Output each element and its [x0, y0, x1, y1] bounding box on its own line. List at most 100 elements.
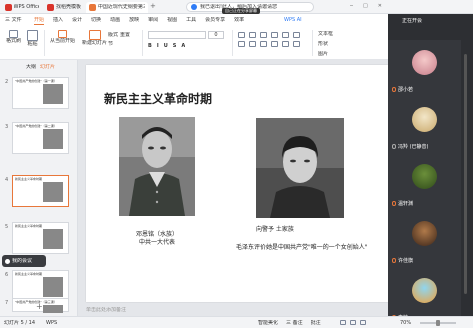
- menu-item-0[interactable]: 开始: [34, 17, 45, 25]
- tab-template[interactable]: 找稻壳模板: [44, 2, 84, 13]
- clipboard-icon: [27, 30, 38, 41]
- format-button-1[interactable]: I: [157, 43, 159, 50]
- menu-item-8[interactable]: 工具: [186, 17, 196, 25]
- tab-outline[interactable]: 大纲: [26, 64, 36, 71]
- meeting-popup[interactable]: 我的会议: [2, 255, 46, 267]
- paste-button[interactable]: 粘贴: [27, 30, 38, 48]
- menu-item-7[interactable]: 视图: [167, 17, 177, 25]
- notes-area[interactable]: 单击此处添加备注: [86, 304, 388, 316]
- slide-number: 4: [5, 177, 9, 183]
- menu-item-10[interactable]: 效率: [234, 17, 244, 25]
- new-slide-button[interactable]: 新建幻灯片: [82, 30, 107, 47]
- format-button-4[interactable]: A: [181, 43, 185, 50]
- format-button-2[interactable]: U: [164, 43, 168, 50]
- slide-title: 新民主主义革命时期: [104, 92, 213, 106]
- slide-thumbnail[interactable]: 新民主主义革命时期: [12, 175, 69, 207]
- slide-number: 6: [5, 272, 9, 278]
- shape-button[interactable]: 形状: [318, 41, 333, 48]
- reading-view-icon[interactable]: [360, 320, 366, 325]
- tab-slides[interactable]: 幻灯片: [40, 64, 55, 71]
- avatar: [412, 278, 437, 303]
- layout-button[interactable]: 版式: [108, 32, 118, 39]
- number-list-icon[interactable]: [249, 32, 256, 38]
- font-family-select[interactable]: [148, 31, 206, 39]
- outdent-icon[interactable]: [271, 32, 278, 38]
- menu-item-6[interactable]: 审阅: [148, 17, 158, 25]
- sorter-view-icon[interactable]: [350, 320, 356, 325]
- slide-thumbnail-panel: 大纲 幻灯片 2 "中国共产党的创建"（第一课） 3 "中国共产党的创建"（第二课） 4…: [0, 60, 78, 316]
- slide-indicator: 幻灯片 5 / 14: [4, 320, 35, 326]
- notes-toggle-button[interactable]: 三 备注: [286, 320, 303, 327]
- tab-wps-office[interactable]: WPS Office: [2, 2, 42, 13]
- menu-item-1[interactable]: 插入: [53, 17, 63, 25]
- participant-tile[interactable]: 许佳旗: [388, 211, 461, 268]
- bullet-list-icon[interactable]: [238, 32, 245, 38]
- person2-quote: 毛泽东评价她是中国共产党"唯一的一个女创始人": [236, 244, 368, 251]
- file-menu[interactable]: 三 文件: [5, 17, 22, 24]
- section-button[interactable]: 节: [108, 41, 113, 48]
- participant-name: 冯羚 (已静音): [392, 143, 429, 150]
- meeting-header: 正在开会: [402, 18, 423, 24]
- zoom-slider[interactable]: [420, 320, 456, 326]
- zoom-slider-thumb[interactable]: [436, 320, 440, 326]
- add-slide-button[interactable]: +: [36, 303, 43, 310]
- slide-canvas[interactable]: 新民主主义革命时期 邓恩铭（水族） 中共一大代表 向警予 土家族 毛泽东评价她是…: [86, 65, 388, 302]
- participant-name-label: 冯羚 (已静音): [398, 144, 429, 150]
- menu-item-3[interactable]: 切换: [91, 17, 101, 25]
- menu-item-2[interactable]: 设计: [72, 17, 82, 25]
- reset-button[interactable]: 重置: [120, 32, 130, 39]
- slide-thumbnail[interactable]: "中国共产党的创建"（第一课）: [12, 77, 69, 109]
- text-direction-icon[interactable]: [282, 41, 289, 47]
- add-tab-button[interactable]: +: [150, 3, 156, 10]
- columns-icon[interactable]: [293, 32, 300, 38]
- participants-scrollbar[interactable]: [464, 54, 467, 294]
- indent-icon[interactable]: [260, 32, 267, 38]
- participant-name: 邵小若: [392, 86, 413, 93]
- comments-button[interactable]: 批注: [311, 320, 321, 327]
- participant-name: 许佳旗: [392, 257, 413, 264]
- normal-view-icon[interactable]: [340, 320, 346, 325]
- format-painter-button[interactable]: 格式刷: [6, 30, 21, 45]
- tab-document[interactable]: 中国近现代史纲要第三大革命f...: [86, 2, 148, 13]
- menu-items: 开始 插入 设计 切换 动画 放映 审阅 视图 工具 会员专享 效率: [34, 17, 244, 25]
- play-from-current-button[interactable]: 从当前开始: [50, 30, 75, 45]
- align-center-icon[interactable]: [249, 41, 256, 47]
- menu-item-4[interactable]: 动画: [110, 17, 120, 25]
- textbox-button[interactable]: 文本框: [318, 31, 333, 38]
- participant-tile[interactable]: 冯羚 (已静音): [388, 97, 461, 154]
- participant-tile[interactable]: 温轩渊: [388, 154, 461, 211]
- smartart-icon[interactable]: [293, 41, 300, 47]
- status-bar: 幻灯片 5 / 14 WPS 智能美化 三 备注 批注 70%: [0, 316, 473, 328]
- slide-thumbnail-image: [43, 305, 63, 313]
- slide-thumbnail-image: [43, 182, 63, 202]
- person1-role: 中共一大代表: [138, 239, 175, 246]
- font-size-select[interactable]: 0: [208, 31, 224, 39]
- minimize-icon[interactable]: ─: [350, 3, 353, 10]
- smart-beautify-button[interactable]: 智能美化: [258, 320, 278, 327]
- align-right-icon[interactable]: [260, 41, 267, 47]
- play-icon: [58, 30, 67, 38]
- wps-ai-button[interactable]: WPS AI: [284, 17, 302, 24]
- format-button-0[interactable]: B: [148, 43, 152, 50]
- participant-tile[interactable]: 邵小若: [388, 40, 461, 97]
- wps-logo-icon: [5, 4, 12, 11]
- menu-item-5[interactable]: 放映: [129, 17, 139, 25]
- format-button-3[interactable]: S: [173, 43, 177, 50]
- slide-thumbnail[interactable]: "中国共产党的创建"（第二课）: [12, 122, 69, 154]
- slide-thumbnail-title: "中国共产党的创建"（第二课）: [15, 124, 57, 128]
- maximize-icon[interactable]: □: [363, 3, 368, 10]
- align-left-icon[interactable]: [238, 41, 245, 47]
- slide-number: 3: [5, 124, 9, 130]
- portrait-photo-deng-enming[interactable]: [119, 117, 195, 216]
- menu-item-9[interactable]: 会员专享: [205, 17, 225, 25]
- justify-icon[interactable]: [271, 41, 278, 47]
- close-icon[interactable]: ✕: [378, 3, 382, 10]
- slide-thumbnail[interactable]: 新民主主义革命时期: [12, 222, 69, 254]
- microphone-icon: [392, 144, 396, 149]
- participant-name: 温轩渊: [392, 200, 413, 207]
- portrait-photo-xiang-jingyu[interactable]: [256, 118, 344, 218]
- camera-icon: [5, 258, 10, 264]
- picture-button[interactable]: 图片: [318, 51, 333, 58]
- line-spacing-icon[interactable]: [282, 32, 289, 38]
- menu-bar: 三 文件 开始 插入 设计 切换 动画 放映 审阅 视图 工具 会员专享 效率 WPS AI: [0, 14, 388, 26]
